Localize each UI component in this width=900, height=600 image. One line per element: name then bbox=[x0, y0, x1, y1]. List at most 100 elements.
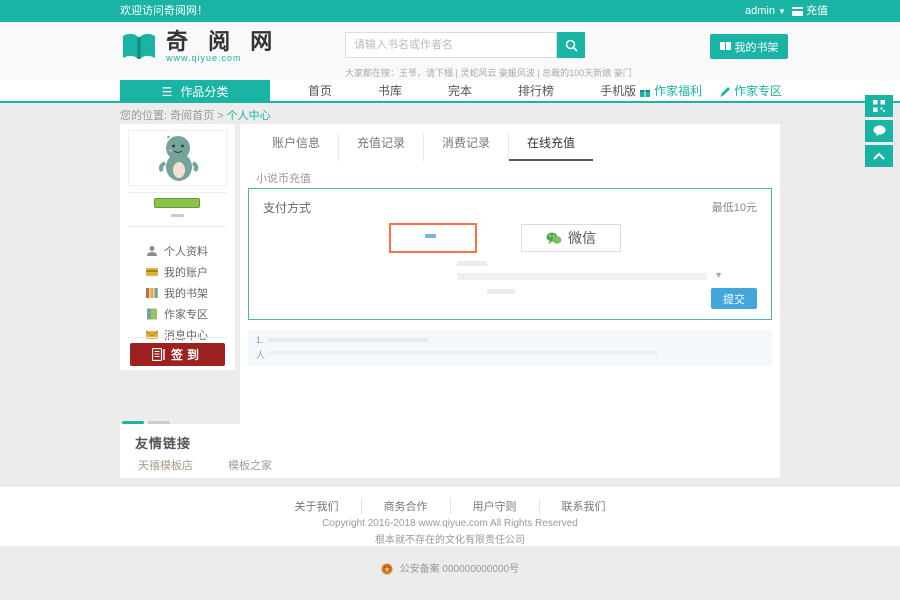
tips-panel: 1. 人 bbox=[248, 330, 772, 366]
pay-min-label: 最低10元 bbox=[712, 199, 757, 215]
faded-tip-line bbox=[268, 351, 658, 355]
footer-link-about[interactable]: 关于我们 bbox=[273, 498, 362, 514]
footer-links: 关于我们 商务合作 用户守则 联系我们 bbox=[0, 498, 900, 514]
username: admin bbox=[745, 5, 775, 17]
slider-indicator-active bbox=[122, 421, 144, 424]
sidebar-item-messages[interactable]: 消息中心 bbox=[146, 324, 208, 345]
broken-logo-placeholder bbox=[425, 234, 436, 238]
chat-bubble-icon bbox=[873, 125, 886, 137]
pay-option-wechat[interactable]: 微信 bbox=[521, 224, 621, 252]
payment-box: 支付方式 最低10元 微信 ▼ 提交 bbox=[248, 188, 772, 320]
sidebar-item-account[interactable]: 我的账户 bbox=[146, 261, 208, 282]
pay-method-label: 支付方式 bbox=[263, 199, 311, 216]
header: 奇 阅 网 www.qiyue.com 大家都在搜：王爷，请下榻 | 灵蛇风云 … bbox=[0, 22, 900, 80]
slider-indicator bbox=[148, 421, 170, 424]
open-book-icon bbox=[120, 31, 158, 63]
divider bbox=[128, 192, 227, 193]
site-name: 奇 阅 网 bbox=[166, 31, 279, 53]
friend-links-row: 天禧模板店 模板之家 bbox=[138, 457, 272, 473]
qr-code-button[interactable] bbox=[865, 95, 893, 117]
welcome-text: 欢迎访问奇阅网！ bbox=[120, 0, 208, 22]
search-icon bbox=[565, 39, 578, 52]
tab-consume-record[interactable]: 消费记录 bbox=[424, 134, 509, 161]
coin-card-icon bbox=[792, 7, 803, 16]
copyright-line1: Copyright 2016-2018 www.qiyue.com All Ri… bbox=[0, 518, 900, 529]
nav-menu: 首页 书库 完本 排行榜 手机版 bbox=[285, 80, 659, 103]
checkin-list-icon bbox=[152, 348, 165, 361]
section-title: 小说币充值 bbox=[256, 170, 311, 186]
chat-button[interactable] bbox=[865, 120, 893, 142]
wechat-icon bbox=[546, 232, 562, 245]
breadcrumb-home[interactable]: 奇阅首页 bbox=[170, 110, 214, 122]
divider bbox=[128, 226, 227, 227]
sidebar-menu: 个人资料 我的账户 我的书架 作家专区 消息中心 bbox=[146, 240, 208, 345]
sidebar-item-profile[interactable]: 个人资料 bbox=[146, 240, 208, 261]
site-logo[interactable]: 奇 阅 网 www.qiyue.com bbox=[120, 31, 279, 63]
book-icon bbox=[720, 42, 731, 52]
my-bookshelf-button[interactable]: 我的书架 bbox=[710, 34, 788, 59]
footer-link-rules[interactable]: 用户守则 bbox=[451, 498, 540, 514]
faded-form-bar bbox=[487, 289, 515, 294]
floating-toolbar bbox=[865, 95, 893, 167]
search-bar bbox=[345, 32, 585, 58]
chevron-up-icon bbox=[873, 152, 885, 160]
category-button[interactable]: ☰ 作品分类 bbox=[120, 80, 270, 103]
site-url: www.qiyue.com bbox=[166, 53, 279, 63]
mini-dash bbox=[171, 214, 184, 217]
gift-icon bbox=[640, 87, 650, 97]
footer: 关于我们 商务合作 用户守则 联系我们 Copyright 2016-2018 … bbox=[0, 487, 900, 546]
books-icon bbox=[146, 287, 158, 299]
main-nav: ☰ 作品分类 首页 书库 完本 排行榜 手机版 作家福利 作家专区 bbox=[0, 80, 900, 103]
friend-links-box: 友情链接 天禧模板店 模板之家 bbox=[120, 424, 780, 478]
submit-button[interactable]: 提交 bbox=[711, 288, 757, 309]
avatar bbox=[128, 130, 227, 186]
qr-code-icon bbox=[873, 100, 885, 112]
footer-link-business[interactable]: 商务合作 bbox=[362, 498, 451, 514]
nav-right: 作家福利 作家专区 bbox=[640, 80, 782, 103]
tab-account-info[interactable]: 账户信息 bbox=[254, 134, 339, 161]
friend-link[interactable]: 天禧模板店 bbox=[138, 457, 193, 473]
nav-item-ranking[interactable]: 排行榜 bbox=[495, 80, 577, 103]
user-dropdown[interactable]: admin▼ bbox=[745, 0, 786, 23]
topbar: 欢迎访问奇阅网！ admin▼ 充值 bbox=[0, 0, 900, 22]
search-input[interactable] bbox=[345, 32, 557, 58]
notebook-icon bbox=[146, 308, 158, 320]
hot-search-links[interactable]: 大家都在搜：王爷，请下榻 | 灵蛇风云 豪媛风波 | 总裁的100天新娘 豪门 bbox=[345, 66, 632, 79]
monster-avatar-icon bbox=[152, 133, 204, 183]
checkin-button[interactable]: 签到 bbox=[130, 343, 225, 366]
account-tabs: 账户信息 充值记录 消费记录 在线充值 bbox=[254, 134, 593, 161]
search-button[interactable] bbox=[557, 32, 585, 58]
sidebar-item-author-zone[interactable]: 作家专区 bbox=[146, 303, 208, 324]
tab-online-recharge[interactable]: 在线充值 bbox=[509, 134, 593, 161]
faded-form-bar bbox=[457, 261, 487, 266]
nav-item-finished[interactable]: 完本 bbox=[425, 80, 495, 103]
nav-item-library[interactable]: 书库 bbox=[355, 80, 425, 103]
sidebar-item-bookshelf[interactable]: 我的书架 bbox=[146, 282, 208, 303]
copyright-line2: 根本就不存在的文化有限责任公司 bbox=[0, 531, 900, 546]
friend-link[interactable]: 模板之家 bbox=[228, 457, 272, 473]
envelope-icon bbox=[146, 329, 158, 341]
amount-select[interactable]: ▼ bbox=[457, 273, 707, 280]
faded-tip-line bbox=[268, 338, 428, 342]
person-icon bbox=[146, 245, 158, 257]
nav-item-home[interactable]: 首页 bbox=[285, 80, 355, 103]
hamburger-icon: ☰ bbox=[162, 85, 173, 99]
breadcrumb-current: 个人中心 bbox=[227, 110, 271, 122]
tab-recharge-record[interactable]: 充值记录 bbox=[339, 134, 424, 161]
sidebar: 个人资料 我的账户 我的书架 作家专区 消息中心 签到 bbox=[120, 124, 235, 370]
caret-down-icon: ▼ bbox=[714, 270, 723, 280]
author-welfare-link[interactable]: 作家福利 bbox=[640, 80, 702, 103]
breadcrumb: 您的位置: 奇阅首页 > 个人中心 bbox=[120, 107, 271, 123]
recharge-link[interactable]: 充值 bbox=[792, 0, 828, 22]
pay-option-alipay[interactable] bbox=[389, 223, 477, 253]
card-icon bbox=[146, 266, 158, 278]
divider bbox=[128, 337, 227, 338]
police-registration: 公安备案 000000000000号 bbox=[0, 560, 900, 575]
footer-link-contact[interactable]: 联系我们 bbox=[540, 498, 628, 514]
pen-icon bbox=[720, 87, 730, 97]
police-badge-icon bbox=[381, 563, 393, 575]
main-panel: 账户信息 充值记录 消费记录 在线充值 小说币充值 支付方式 最低10元 微信 … bbox=[240, 124, 780, 424]
back-to-top-button[interactable] bbox=[865, 145, 893, 167]
author-zone-link[interactable]: 作家专区 bbox=[720, 80, 782, 103]
friend-links-title: 友情链接 bbox=[135, 433, 191, 452]
